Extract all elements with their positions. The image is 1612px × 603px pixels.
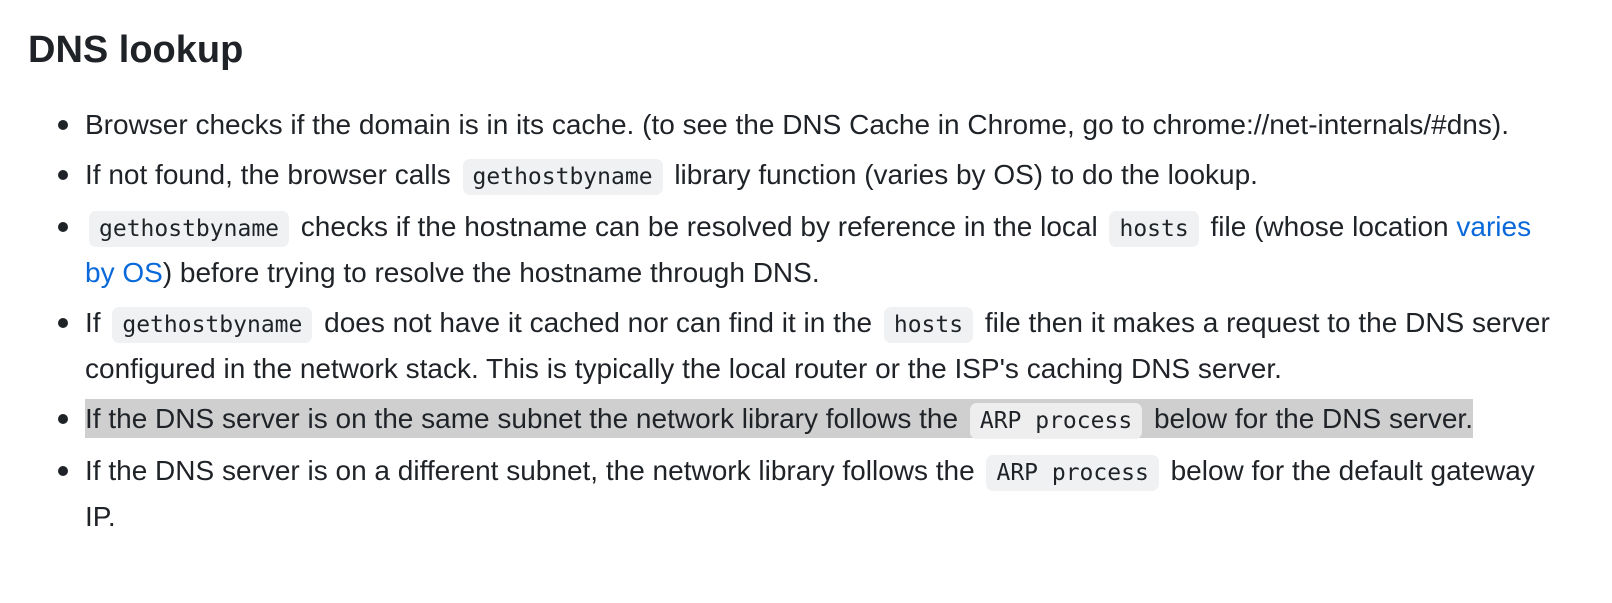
item-text: below for the DNS server.	[1146, 403, 1473, 434]
inline-code: hosts	[883, 307, 974, 343]
item-text: checks if the hostname can be resolved b…	[293, 211, 1106, 242]
inline-code: hosts	[1109, 211, 1199, 247]
item-text: library function (varies by OS) to do th…	[666, 159, 1258, 190]
section-heading: DNS lookup	[28, 29, 244, 71]
inline-code: ARP process	[986, 455, 1159, 491]
item-text: If not found, the browser calls	[85, 159, 459, 190]
item-text: does not have it cached nor can find it …	[316, 307, 880, 338]
list-item: gethostbyname checks if the hostname can…	[58, 205, 1565, 295]
list-item: If not found, the browser calls gethostb…	[58, 153, 1565, 199]
inline-code: gethostbyname	[112, 307, 313, 343]
list-item: Browser checks if the domain is in its c…	[58, 103, 1565, 147]
item-text: If the DNS server is on a different subn…	[85, 455, 983, 486]
item-text: ) before trying to resolve the hostname …	[162, 257, 820, 288]
item-text: If	[85, 307, 109, 338]
item-text: Browser checks if the domain is in its c…	[85, 109, 1509, 140]
inline-code: gethostbyname	[462, 159, 663, 195]
inline-code: gethostbyname	[89, 211, 290, 247]
dns-steps-list: Browser checks if the domain is in its c…	[28, 103, 1565, 545]
item-text: If the DNS server is on the same subnet …	[85, 403, 966, 434]
list-item: If gethostbyname does not have it cached…	[58, 301, 1565, 391]
list-item: If the DNS server is on a different subn…	[58, 449, 1565, 539]
text-selection-highlight: If the DNS server is on the same subnet …	[85, 399, 1473, 439]
item-text: file (whose location	[1202, 211, 1457, 242]
inline-code: ARP process	[969, 403, 1143, 439]
list-item-highlighted: If the DNS server is on the same subnet …	[58, 397, 1565, 443]
